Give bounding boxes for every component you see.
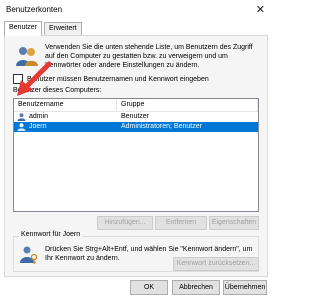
cancel-button[interactable]: Abbrechen (172, 280, 220, 295)
require-login-checkbox-row[interactable]: Benutzer müssen Benutzernamen und Kennwo… (13, 74, 209, 84)
list-header: Benutzername Gruppe (14, 99, 258, 112)
ok-button[interactable]: OK (130, 280, 168, 295)
table-row-selected[interactable]: Joern Administratoren; Benutzer (14, 122, 258, 132)
username-cell: Joern (29, 123, 47, 130)
tab-panel: Verwenden Sie die unten stehende Liste, … (4, 35, 268, 277)
tab-benutzer[interactable]: Benutzer (4, 21, 43, 36)
require-login-checkbox[interactable] (13, 74, 23, 84)
user-key-icon (20, 246, 38, 264)
column-header-username[interactable]: Benutzername (14, 99, 117, 111)
users-list[interactable]: Benutzername Gruppe admin Benutzer Joern (13, 98, 259, 212)
properties-button[interactable]: Eigenschaften (209, 216, 259, 230)
group-cell: Administratoren; Benutzer (121, 123, 202, 130)
column-header-group[interactable]: Gruppe (117, 99, 258, 111)
password-group-title: Kennwort für Joern (19, 231, 83, 238)
user-icon (17, 113, 26, 121)
group-cell: Benutzer (121, 113, 150, 120)
users-icon (16, 47, 38, 66)
add-user-button[interactable]: Hinzufügen... (97, 216, 153, 230)
close-icon[interactable]: ✕ (256, 3, 265, 16)
require-login-label: Benutzer müssen Benutzernamen und Kennwo… (27, 75, 209, 83)
intro-text: Verwenden Sie die unten stehende Liste, … (45, 44, 253, 69)
title-bar: Benutzerkonten ✕ (0, 0, 270, 20)
users-section-label: Benutzer dieses Computers: (13, 87, 102, 94)
apply-button[interactable]: Übernehmen (223, 280, 267, 295)
username-cell: admin (29, 113, 49, 120)
reset-password-button[interactable]: Kennwort zurücksetzen... (173, 257, 259, 271)
remove-user-button[interactable]: Entfernen (155, 216, 207, 230)
user-icon (17, 123, 26, 131)
tab-erweitert[interactable]: Erweitert (44, 22, 82, 35)
table-row[interactable]: admin Benutzer (14, 112, 258, 122)
window-title: Benutzerkonten (6, 5, 63, 14)
